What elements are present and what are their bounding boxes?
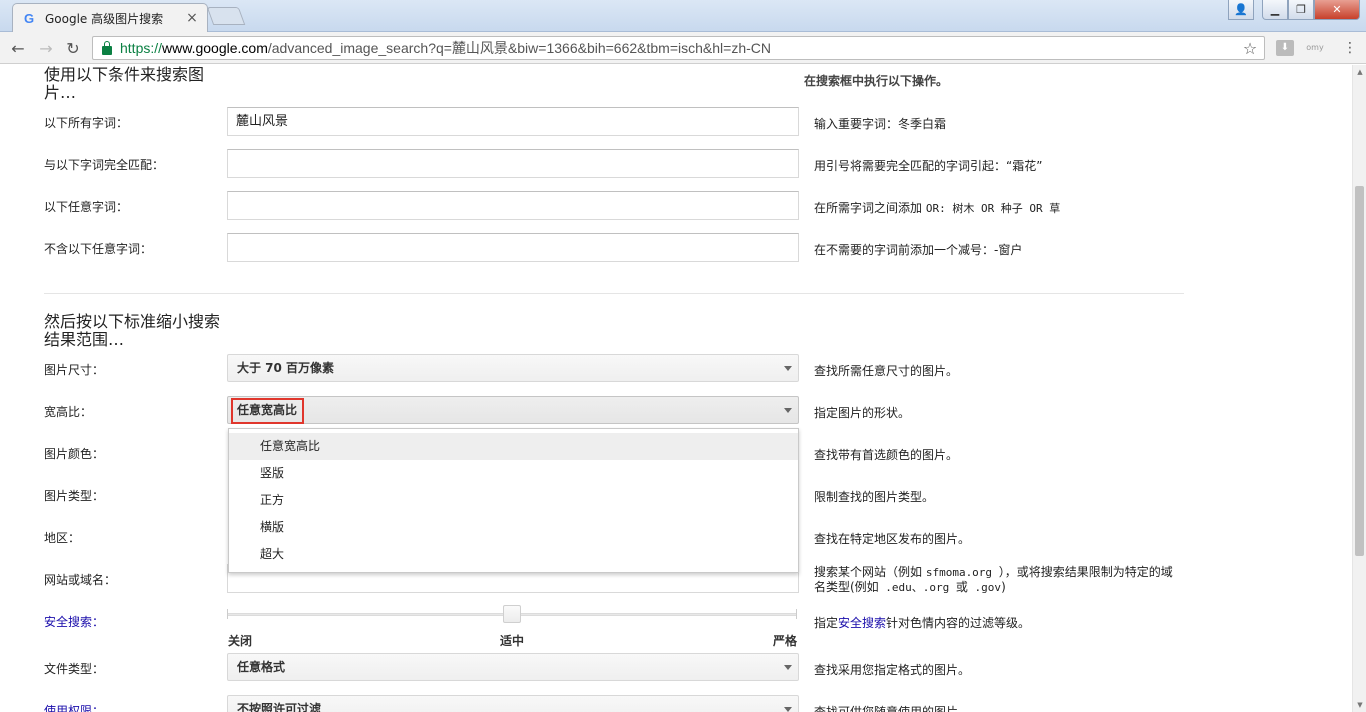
menu-kebab-icon[interactable]: ⋮ — [1342, 40, 1358, 56]
image-size-label: 图片尺寸： — [44, 363, 105, 377]
usage-rights-select[interactable]: 不按照许可过滤 — [227, 695, 799, 712]
usage-rights-label[interactable]: 使用权限： — [44, 702, 104, 712]
file-type-label: 文件类型： — [44, 662, 105, 676]
file-type-select[interactable]: 任意格式 — [227, 653, 799, 681]
aspect-ratio-dropdown: 任意宽高比 竖版 正方 横版 超大 — [228, 428, 799, 573]
aspect-option-panoramic[interactable]: 超大 — [229, 541, 798, 568]
reload-icon[interactable]: ↻ — [63, 38, 83, 58]
image-size-select[interactable]: 大于 70 百万像素 — [227, 354, 799, 382]
caret-down-icon — [784, 665, 792, 670]
any-words-input[interactable] — [227, 191, 799, 220]
tab-title: Google 高级图片搜索 — [45, 11, 164, 26]
caret-down-icon — [784, 408, 792, 413]
minimize-button[interactable]: ▁ — [1262, 0, 1288, 20]
image-color-label: 图片颜色： — [44, 447, 105, 461]
tab-close-icon[interactable]: × — [185, 10, 199, 26]
caret-down-icon — [784, 366, 792, 371]
advanced-image-search-page: 使用以下条件来搜索图片… 在搜索框中执行以下操作。 以下所有字词： 麓山风景 输… — [0, 65, 1352, 712]
bookmark-star-icon[interactable]: ☆ — [1240, 39, 1260, 58]
exact-phrase-input[interactable] — [227, 149, 799, 178]
slider-label-off: 关闭 — [228, 634, 253, 648]
aspect-ratio-hint: 指定图片的形状。 — [814, 406, 911, 420]
safe-search-link[interactable]: 安全搜索 — [838, 616, 886, 630]
image-color-hint: 查找带有首选颜色的图片。 — [814, 448, 959, 462]
new-tab-button[interactable] — [206, 7, 246, 25]
page-scrollbar[interactable]: ▲ ▼ — [1352, 65, 1366, 712]
safe-search-hint: 指定安全搜索针对色情内容的过滤等级。 — [814, 616, 1031, 630]
slider-label-moderate: 适中 — [500, 634, 525, 648]
slider-tick-off — [227, 609, 228, 619]
side-heading: 在搜索框中执行以下操作。 — [804, 74, 949, 88]
slider-label-strict: 严格 — [773, 634, 798, 648]
window-titlebar: G Google 高级图片搜索 × 👤 ▁ ❐ ✕ — [0, 0, 1366, 32]
aspect-option-any[interactable]: 任意宽高比 — [229, 433, 798, 460]
none-words-label: 不含以下任意字词： — [44, 242, 153, 256]
lock-icon — [102, 40, 112, 55]
any-words-label: 以下任意字词： — [44, 200, 129, 214]
aspect-option-square[interactable]: 正方 — [229, 487, 798, 514]
browser-toolbar: ← → ↻ https://www.google.com/advanced_im… — [0, 32, 1366, 64]
none-words-input[interactable] — [227, 233, 799, 262]
exact-phrase-label: 与以下字词完全匹配： — [44, 158, 165, 172]
none-words-hint: 在不需要的字词前添加一个减号：-窗户 — [814, 243, 1023, 257]
url-text[interactable]: https://www.google.com/advanced_image_se… — [120, 38, 1240, 58]
user-icon[interactable]: 👤 — [1228, 0, 1254, 20]
caret-down-icon — [784, 707, 792, 712]
slider-tick-strict — [796, 609, 797, 619]
forward-arrow-icon[interactable]: → — [36, 38, 56, 58]
safe-search-label[interactable]: 安全搜索： — [44, 613, 104, 630]
scroll-up-icon[interactable]: ▲ — [1355, 67, 1365, 77]
aspect-ratio-label: 宽高比： — [44, 405, 93, 419]
all-words-hint: 输入重要字词：冬季白霜 — [814, 117, 947, 131]
all-words-input[interactable]: 麓山风景 — [227, 107, 799, 136]
maximize-button[interactable]: ❐ — [1288, 0, 1314, 20]
site-domain-hint: 搜索某个网站（例如 sfmoma.org ），或将搜索结果限制为特定的域 名类型… — [814, 565, 1173, 594]
close-window-button[interactable]: ✕ — [1314, 0, 1360, 20]
exact-phrase-hint: 用引号将需要完全匹配的字词引起：“霜花” — [814, 159, 1043, 173]
browser-tab[interactable]: G Google 高级图片搜索 × — [12, 3, 208, 32]
safe-search-slider-handle[interactable] — [503, 605, 521, 623]
google-favicon-icon: G — [23, 10, 35, 26]
image-size-hint: 查找所需任意尺寸的图片。 — [814, 364, 959, 378]
all-words-label: 以下所有字词： — [44, 116, 129, 130]
region-label: 地区： — [44, 531, 81, 545]
file-type-hint: 查找采用您指定格式的图片。 — [814, 663, 971, 677]
back-arrow-icon[interactable]: ← — [8, 38, 28, 58]
image-type-hint: 限制查找的图片类型。 — [814, 490, 935, 504]
section-divider — [44, 293, 1184, 294]
image-type-label: 图片类型： — [44, 489, 105, 503]
extension-download-icon[interactable]: ⬇ — [1276, 40, 1294, 56]
region-hint: 查找在特定地区发布的图片。 — [814, 532, 971, 546]
any-words-hint: 在所需字词之间添加 OR: 树木 OR 种子 OR 草 — [814, 201, 1061, 215]
site-domain-label: 网站或域名： — [44, 573, 117, 587]
section1-title: 使用以下条件来搜索图片… — [44, 65, 205, 102]
aspect-ratio-select[interactable]: 任意宽高比 — [227, 396, 799, 424]
scroll-down-icon[interactable]: ▼ — [1355, 700, 1365, 710]
usage-rights-hint: 查找可供您随意使用的图片。 — [814, 705, 971, 712]
scroll-thumb[interactable] — [1355, 186, 1364, 556]
address-bar[interactable]: https://www.google.com/advanced_image_se… — [92, 36, 1265, 60]
section2-title: 然后按以下标准缩小搜索结果范围… — [44, 312, 221, 349]
extension-icon[interactable]: omy — [1306, 40, 1324, 56]
aspect-option-tall[interactable]: 竖版 — [229, 460, 798, 487]
aspect-option-wide[interactable]: 横版 — [229, 514, 798, 541]
